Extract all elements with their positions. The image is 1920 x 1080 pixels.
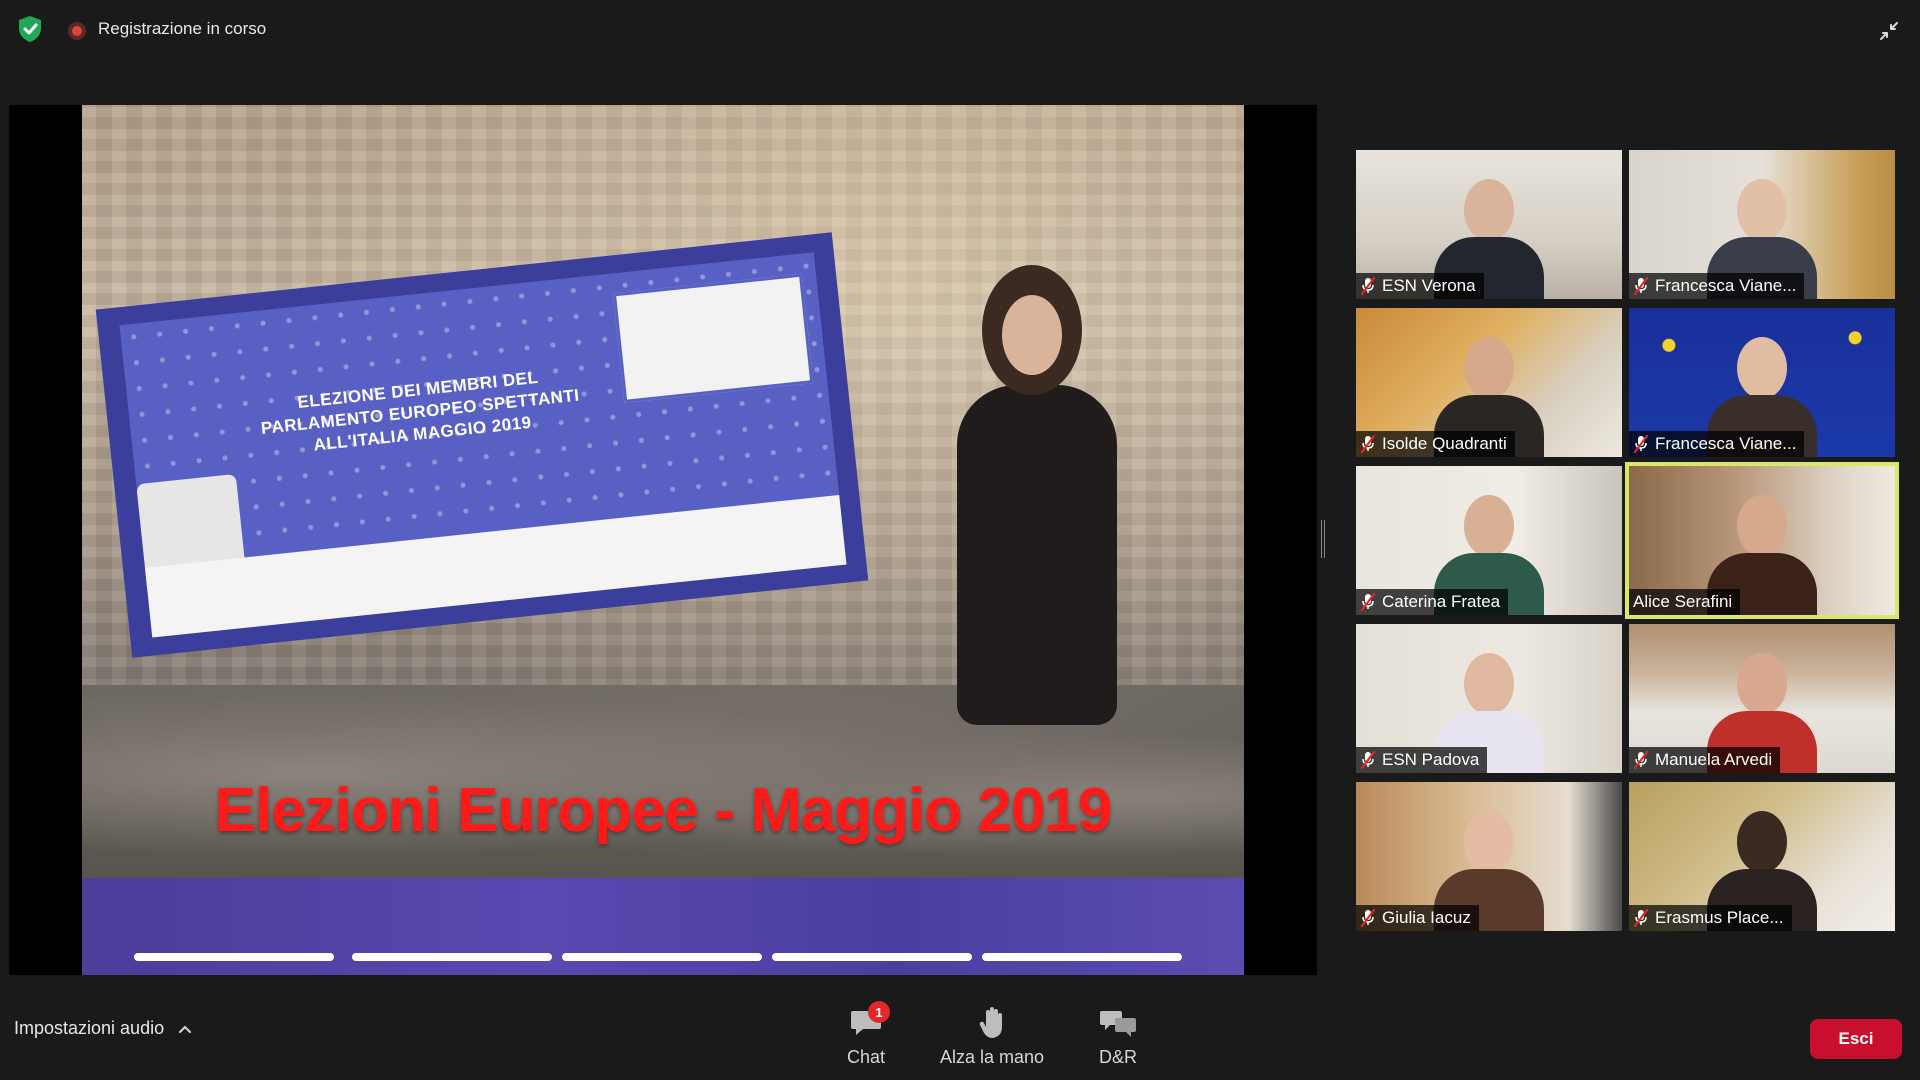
participant-tile[interactable]: Erasmus Place... [1629, 782, 1895, 931]
participant-name: Francesca Viane... [1655, 276, 1797, 295]
participant-gallery: ESN Verona Francesca Viane... Isolde Qua… [1356, 150, 1899, 931]
qa-label: D&R [1098, 1047, 1137, 1067]
participant-tile[interactable]: Francesca Viane... [1629, 150, 1895, 299]
meeting-window: Registrazione in corso ELEZIONE DEI MEMB… [0, 0, 1920, 1080]
participant-name: Isolde Quadranti [1382, 434, 1507, 453]
muted-mic-icon [1360, 592, 1376, 612]
recording-icon [68, 22, 86, 40]
participant-tile[interactable]: Isolde Quadranti [1356, 308, 1622, 457]
presentation-slide: ELEZIONE DEI MEMBRI DEL PARLAMENTO EUROP… [82, 105, 1244, 975]
participant-name: Erasmus Place... [1655, 908, 1784, 927]
qa-icon [1098, 1005, 1138, 1041]
participant-tile[interactable]: Giulia Iacuz [1356, 782, 1622, 931]
participant-tile[interactable]: ESN Padova [1356, 624, 1622, 773]
shared-screen: ELEZIONE DEI MEMBRI DEL PARLAMENTO EUROP… [9, 105, 1317, 975]
raise-hand-icon [972, 1005, 1012, 1041]
muted-mic-icon [1633, 750, 1649, 770]
audio-settings-button[interactable]: Impostazioni audio [14, 1018, 192, 1039]
participant-name: Francesca Viane... [1655, 434, 1797, 453]
slide-photo-person [942, 265, 1122, 725]
chat-unread-badge: 1 [868, 1001, 890, 1023]
progress-segment [134, 953, 334, 961]
chat-icon: 1 [846, 1001, 890, 1041]
participant-tile-active-speaker[interactable]: Alice Serafini [1625, 462, 1899, 619]
ballot-envelope-image: ELEZIONE DEI MEMBRI DEL PARLAMENTO EUROP… [95, 232, 869, 658]
participant-tile[interactable]: ESN Verona [1356, 150, 1622, 299]
raise-hand-label: Alza la mano [939, 1047, 1045, 1067]
recording-label: Registrazione in corso [98, 19, 267, 38]
chat-label: Chat [846, 1047, 886, 1067]
participant-tile[interactable]: Francesca Viane... [1629, 308, 1895, 457]
participant-tile[interactable]: Caterina Fratea [1356, 466, 1622, 615]
participant-name: Giulia Iacuz [1382, 908, 1471, 927]
participant-name: ESN Padova [1382, 750, 1480, 769]
progress-segment [982, 953, 1182, 961]
raise-hand-button[interactable]: Alza la mano [932, 1005, 1052, 1075]
chevron-up-icon[interactable] [178, 1018, 192, 1039]
exit-fullscreen-icon[interactable] [1872, 14, 1906, 48]
slide-progress-bar [134, 953, 1194, 961]
security-shield-icon[interactable] [16, 14, 44, 44]
muted-mic-icon [1360, 276, 1376, 296]
participant-name: Caterina Fratea [1382, 592, 1501, 611]
muted-mic-icon [1360, 750, 1376, 770]
progress-segment [562, 953, 762, 961]
slide-title: Elezioni Europee - Maggio 2019 [214, 776, 1113, 845]
audio-settings-label: Impostazioni audio [14, 1018, 165, 1038]
muted-mic-icon [1360, 908, 1376, 928]
participant-tile[interactable]: Manuela Arvedi [1629, 624, 1895, 773]
muted-mic-icon [1633, 276, 1649, 296]
muted-mic-icon [1633, 908, 1649, 928]
envelope-text: ELEZIONE DEI MEMBRI DEL PARLAMENTO EUROP… [260, 367, 581, 455]
resize-handle[interactable] [1321, 520, 1325, 558]
progress-segment [772, 953, 972, 961]
chat-button[interactable]: 1 Chat [806, 1001, 926, 1075]
progress-segment [352, 953, 552, 961]
muted-mic-icon [1360, 434, 1376, 454]
participant-name: ESN Verona [1382, 276, 1476, 295]
participant-name: Manuela Arvedi [1655, 750, 1773, 769]
leave-meeting-button[interactable]: Esci [1810, 1019, 1902, 1059]
qa-button[interactable]: D&R [1058, 1005, 1178, 1075]
participant-name: Alice Serafini [1633, 592, 1733, 611]
meeting-toolbar: Impostazioni audio 1 Chat Alza la mano D… [0, 990, 1920, 1080]
muted-mic-icon [1633, 434, 1649, 454]
top-bar: Registrazione in corso [0, 0, 1920, 60]
